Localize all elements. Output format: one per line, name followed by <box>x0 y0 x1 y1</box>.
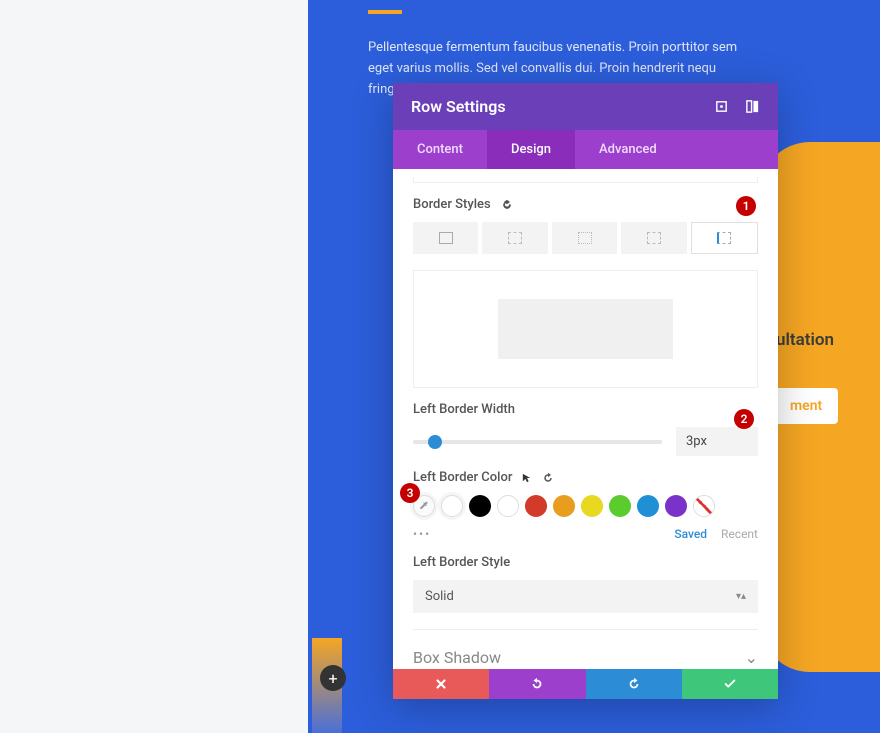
color-palette-tabs: ••• Saved Recent <box>413 527 758 541</box>
tab-design[interactable]: Design <box>487 130 575 169</box>
current-color-swatch[interactable] <box>441 495 463 517</box>
modal-header: Row Settings <box>393 83 778 130</box>
border-style-all[interactable] <box>413 222 478 254</box>
modal-body: Border Styles Left Border Width Left Bor… <box>393 169 778 669</box>
undo-icon <box>530 677 544 691</box>
save-button[interactable] <box>682 669 778 699</box>
left-border-width-input[interactable] <box>676 427 758 456</box>
swatch-purple[interactable] <box>665 495 687 517</box>
reset-icon[interactable] <box>501 199 513 211</box>
close-icon <box>434 677 448 691</box>
side-button[interactable]: ment <box>774 388 838 424</box>
left-border-width-label: Left Border Width <box>413 402 758 417</box>
swatch-blue[interactable] <box>637 495 659 517</box>
redo-button[interactable] <box>586 669 682 699</box>
annotation-badge-1: 1 <box>736 196 756 216</box>
tab-content[interactable]: Content <box>393 130 487 169</box>
border-style-options <box>413 222 758 254</box>
paragraph: Pellentesque fermentum faucibus venenati… <box>368 40 737 76</box>
undo-button[interactable] <box>489 669 585 699</box>
select-chevron-icon: ▾▴ <box>736 591 746 602</box>
slider-thumb[interactable] <box>428 435 442 449</box>
annotation-badge-2: 2 <box>734 409 754 429</box>
select-value: Solid <box>425 589 454 604</box>
tab-advanced[interactable]: Advanced <box>575 130 681 169</box>
swatch-white[interactable] <box>497 495 519 517</box>
chevron-down-icon: ⌄ <box>745 648 758 667</box>
left-border-width-slider[interactable] <box>413 440 662 444</box>
more-dots-icon[interactable]: ••• <box>413 527 660 541</box>
accent-divider <box>368 10 402 14</box>
border-preview <box>413 270 758 388</box>
annotation-badge-3: 3 <box>400 483 420 503</box>
box-shadow-section[interactable]: Box Shadow ⌄ <box>413 629 758 669</box>
swatch-orange[interactable] <box>553 495 575 517</box>
swatch-green[interactable] <box>609 495 631 517</box>
add-section-button[interactable]: + <box>320 665 346 691</box>
border-style-top[interactable] <box>482 222 547 254</box>
recent-colors-tab[interactable]: Recent <box>721 527 758 541</box>
reset-color-icon[interactable] <box>542 472 554 484</box>
border-styles-label: Border Styles <box>413 197 758 212</box>
border-preview-inner <box>498 299 673 359</box>
left-border-style-select[interactable]: Solid ▾▴ <box>413 580 758 613</box>
saved-colors-tab[interactable]: Saved <box>674 527 707 541</box>
row-settings-modal: Row Settings Content Design Advanced Bor… <box>393 83 778 699</box>
expand-icon[interactable] <box>714 99 729 114</box>
snap-icon[interactable] <box>745 99 760 114</box>
side-heading: ultation <box>776 330 834 350</box>
swatch-yellow[interactable] <box>581 495 603 517</box>
border-style-bottom[interactable] <box>621 222 686 254</box>
box-shadow-label: Box Shadow <box>413 648 501 667</box>
swatch-black[interactable] <box>469 495 491 517</box>
modal-footer <box>393 669 778 699</box>
left-border-color-label: Left Border Color <box>413 470 758 485</box>
modal-title: Row Settings <box>411 97 506 116</box>
cancel-button[interactable] <box>393 669 489 699</box>
swatch-none[interactable] <box>693 495 715 517</box>
border-style-right[interactable] <box>552 222 617 254</box>
cursor-icon <box>522 473 532 483</box>
color-swatches <box>413 495 758 517</box>
check-icon <box>723 677 737 691</box>
swatch-red[interactable] <box>525 495 547 517</box>
redo-icon <box>627 677 641 691</box>
eyedropper-icon <box>418 500 430 512</box>
left-border-style-label: Left Border Style <box>413 555 758 570</box>
modal-tabs: Content Design Advanced <box>393 130 778 169</box>
prev-section-edge <box>413 177 758 183</box>
border-style-left[interactable] <box>691 222 758 254</box>
